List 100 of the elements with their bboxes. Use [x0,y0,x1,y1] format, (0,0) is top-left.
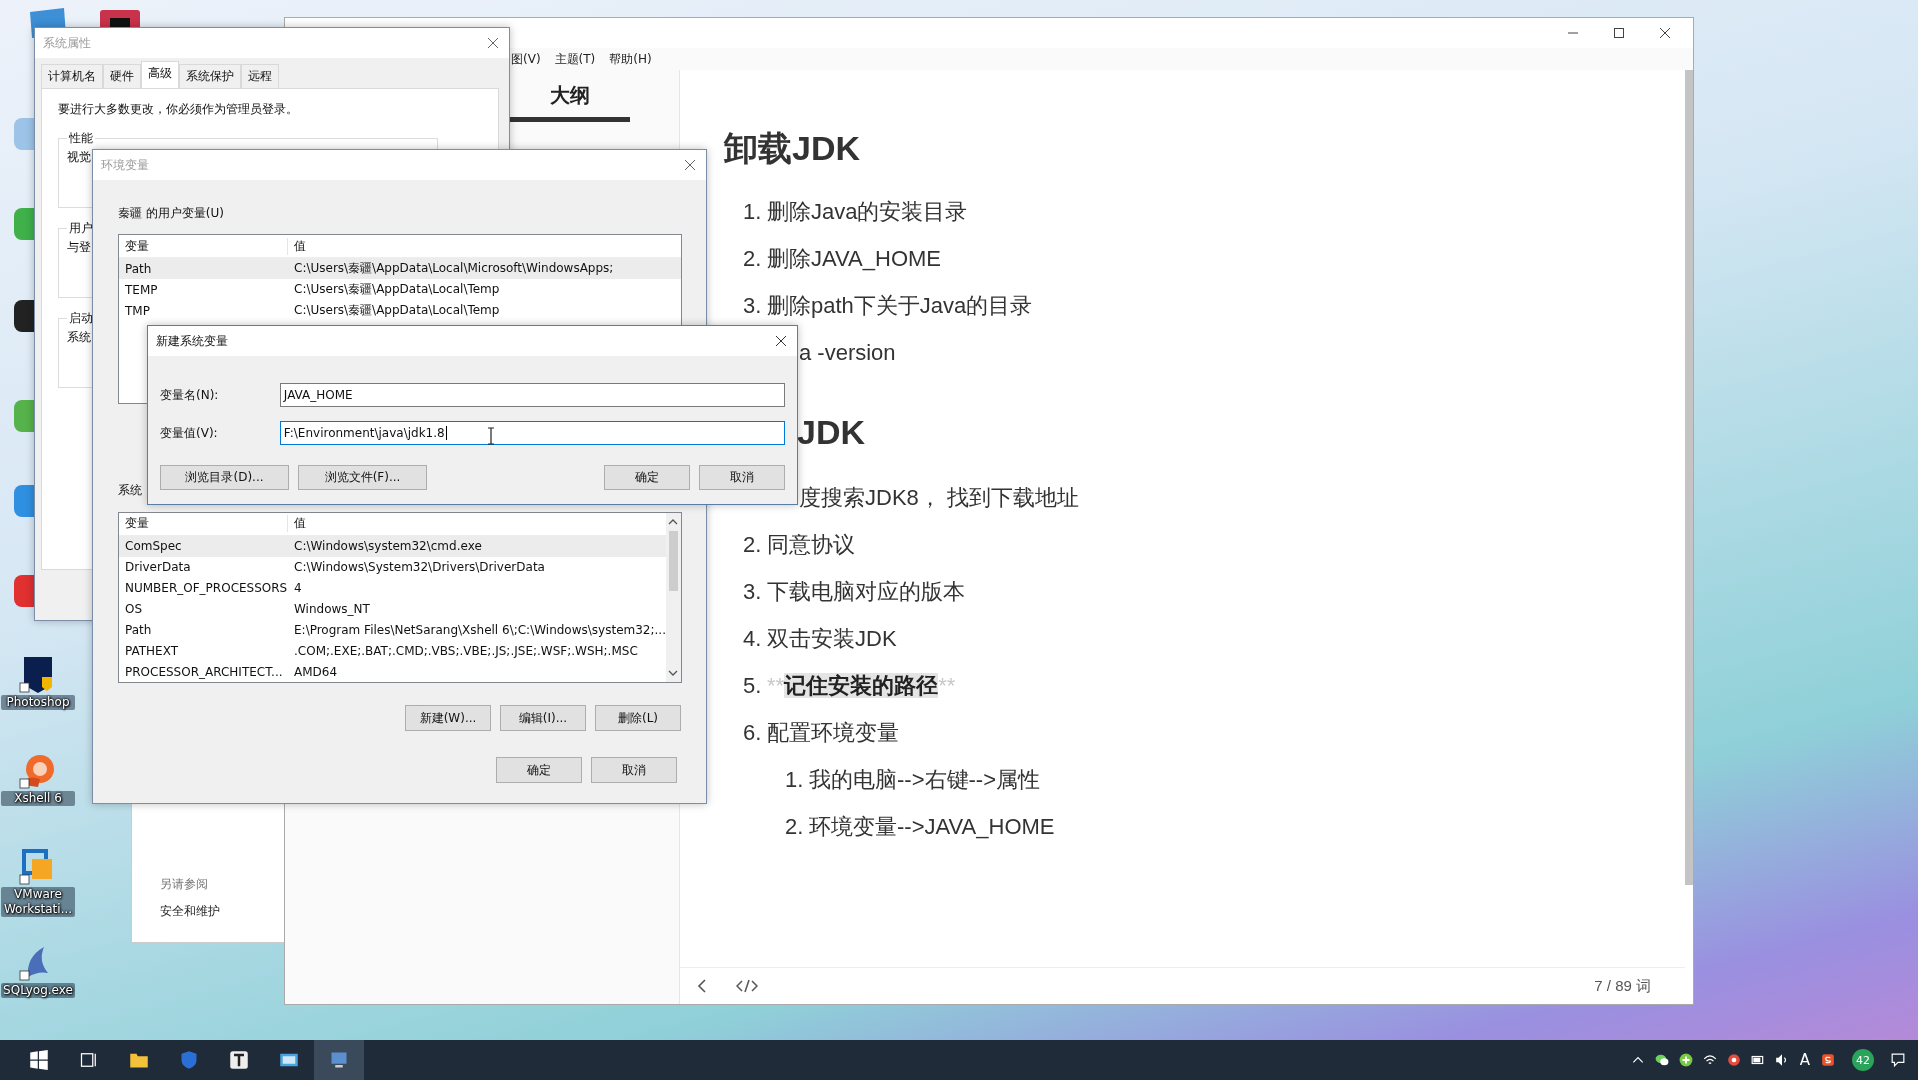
table-cell-text: DriverData [124,560,192,575]
column-header[interactable]: 值 [288,515,306,533]
list-number: 1. [785,766,805,793]
table-cell-text: Windows_NT [293,601,370,616]
volume-icon[interactable] [1774,1053,1789,1067]
list-item-text: a -version [799,339,896,366]
menu-item[interactable]: 帮助(H) [609,50,652,68]
list-item-text: 删除Java的安装目录 [767,197,968,226]
table-row[interactable]: PROCESSOR_ARCHITECT... AMD64 [119,661,666,682]
table-cell-text: C:\Windows\system32\cmd.exe [293,539,482,554]
app-icon[interactable] [1821,1053,1835,1067]
battery-icon[interactable] [1750,1053,1765,1067]
table-cell-text: OS [124,601,144,616]
scroll-down-icon[interactable] [668,669,679,677]
column-header[interactable]: 值 [288,237,306,255]
word-count: 7 / 89 词 [1594,976,1651,996]
chat-icon[interactable] [1654,1053,1669,1067]
group-label: 启动 [68,310,94,327]
tab[interactable]: 远程 [241,64,279,88]
security-link[interactable]: 安全和维护 [160,903,220,920]
input-field[interactable]: F:\Environment\java\jdk1.8 [279,421,785,445]
list-item-text: 下载电脑对应的版本 [767,577,965,606]
close-icon[interactable] [487,37,499,49]
table-row[interactable]: TMP C:\Users\秦疆\AppData\Local\Temp [119,300,681,321]
table-cell-text: C:\Users\秦疆\AppData\Local\Temp [293,281,500,298]
tab[interactable]: 高级 [141,61,179,88]
section-label: 系统 [118,482,142,499]
group-text: 视觉 [67,149,91,166]
browse-button[interactable]: 浏览文件(F)... [298,465,427,490]
chevron-left-icon[interactable] [696,978,708,994]
list-item-text: **记住安装的路径** [767,671,956,700]
table-cell-text: 4 [293,581,302,596]
table-cell-text: PATHEXT [124,643,180,658]
group-label: 用户 [68,220,94,237]
record-icon[interactable] [1726,1053,1741,1067]
menu-item[interactable]: 图(V) [511,50,541,68]
tab[interactable]: 硬件 [103,64,141,88]
window-title: 系统属性 [43,34,91,52]
column-header[interactable]: 变量 [119,237,288,255]
table-row[interactable]: TEMP C:\Users\秦疆\AppData\Local\Temp [119,279,681,300]
icon-label[interactable]: Xshell 6 [1,791,75,806]
window-title: 环境变量 [101,156,149,174]
table-row[interactable]: ComSpec C:\Windows\system32\cmd.exe [119,535,666,557]
code-icon[interactable] [736,978,758,994]
scroll-up-icon[interactable] [668,518,679,526]
icon-label[interactable]: SQLyog.exe [1,983,75,998]
list-item-text: 双击安装JDK [767,624,897,653]
notice-text: 要进行大多数更改，你必须作为管理员登录。 [58,101,298,118]
table-row[interactable]: PATHEXT .COM;.EXE;.BAT;.CMD;.VBS;.VBE;.JS;.JSE;.WSF;.WSH;.MSC [119,640,666,662]
group-text: 系统 [67,329,91,346]
see-also-label: 另请参阅 [160,876,208,893]
table-row[interactable]: DriverData C:\Windows\System32\Drivers\DriverData [119,556,666,578]
scrollbar-thumb[interactable] [668,531,678,591]
icon-label[interactable]: Photoshop [1,695,75,710]
list-item-text: 同意协议 [767,530,855,559]
list-number: 2. [743,245,763,272]
dialog-button[interactable]: 新建(W)... [405,705,491,731]
input-method-indicator[interactable]: A [1799,1051,1810,1069]
list-item-text: 我的电脑-->右键-->属性 [809,765,1040,794]
icon-label[interactable]: VMware Workstati... [1,887,75,917]
scrollbar[interactable] [665,513,681,682]
list-number: 3. [743,578,763,605]
list-number: 2. [743,531,763,558]
menu-item[interactable]: 主题(T) [554,50,596,68]
table-row[interactable]: OS Windows_NT [119,598,666,620]
wifi-icon[interactable] [1702,1053,1717,1067]
document-heading: JDK [797,412,866,453]
input-field[interactable]: JAVA_HOME [279,383,785,407]
close-icon[interactable] [684,159,696,171]
window-title: 新建系统变量 [156,332,228,350]
column-header[interactable]: 变量 [119,515,288,533]
table-cell-text: TEMP [124,282,159,297]
dialog-button[interactable]: 取消 [591,757,677,783]
browse-button[interactable]: 浏览目录(D)... [160,465,289,490]
list-number: 4. [743,625,763,652]
dialog-button[interactable]: 编辑(I)... [500,705,586,731]
tab[interactable]: 系统保护 [179,64,241,88]
table-row[interactable]: Path C:\Users\秦疆\AppData\Local\Microsoft\WindowsApps; [119,258,681,279]
dialog-button[interactable]: 取消 [699,465,785,490]
field-label: 变量名(N): [160,386,220,404]
close-icon[interactable] [1659,27,1671,39]
table-cell-text: E:\Program Files\NetSarang\Xshell 6\;C:\Windows\system32;... [293,622,666,637]
dialog-button[interactable]: 确定 [496,757,582,783]
close-icon[interactable] [775,335,787,347]
scrollbar-thumb[interactable] [1685,70,1693,885]
table-cell-text: ComSpec [124,539,183,554]
plus-icon[interactable] [1678,1053,1693,1067]
table-row[interactable]: NUMBER_OF_PROCESSORS 4 [119,577,666,599]
maximize-icon[interactable] [1613,27,1625,39]
list-number: 3. [743,292,763,319]
list-item-text: 环境变量-->JAVA_HOME [809,812,1055,841]
list-number: 6. [743,719,763,746]
list-item-text: 配置环境变量 [767,718,899,747]
dialog-button[interactable]: 确定 [604,465,690,490]
dialog-button[interactable]: 删除(L) [595,705,681,731]
table-row[interactable]: Path E:\Program Files\NetSarang\Xshell 6\;C:\Windows\system32;... [119,619,666,641]
group-label: 性能 [68,130,94,147]
table-cell-text: Path [124,261,153,276]
notification-icon[interactable] [1891,1053,1905,1067]
tab[interactable]: 计算机名 [41,64,103,88]
